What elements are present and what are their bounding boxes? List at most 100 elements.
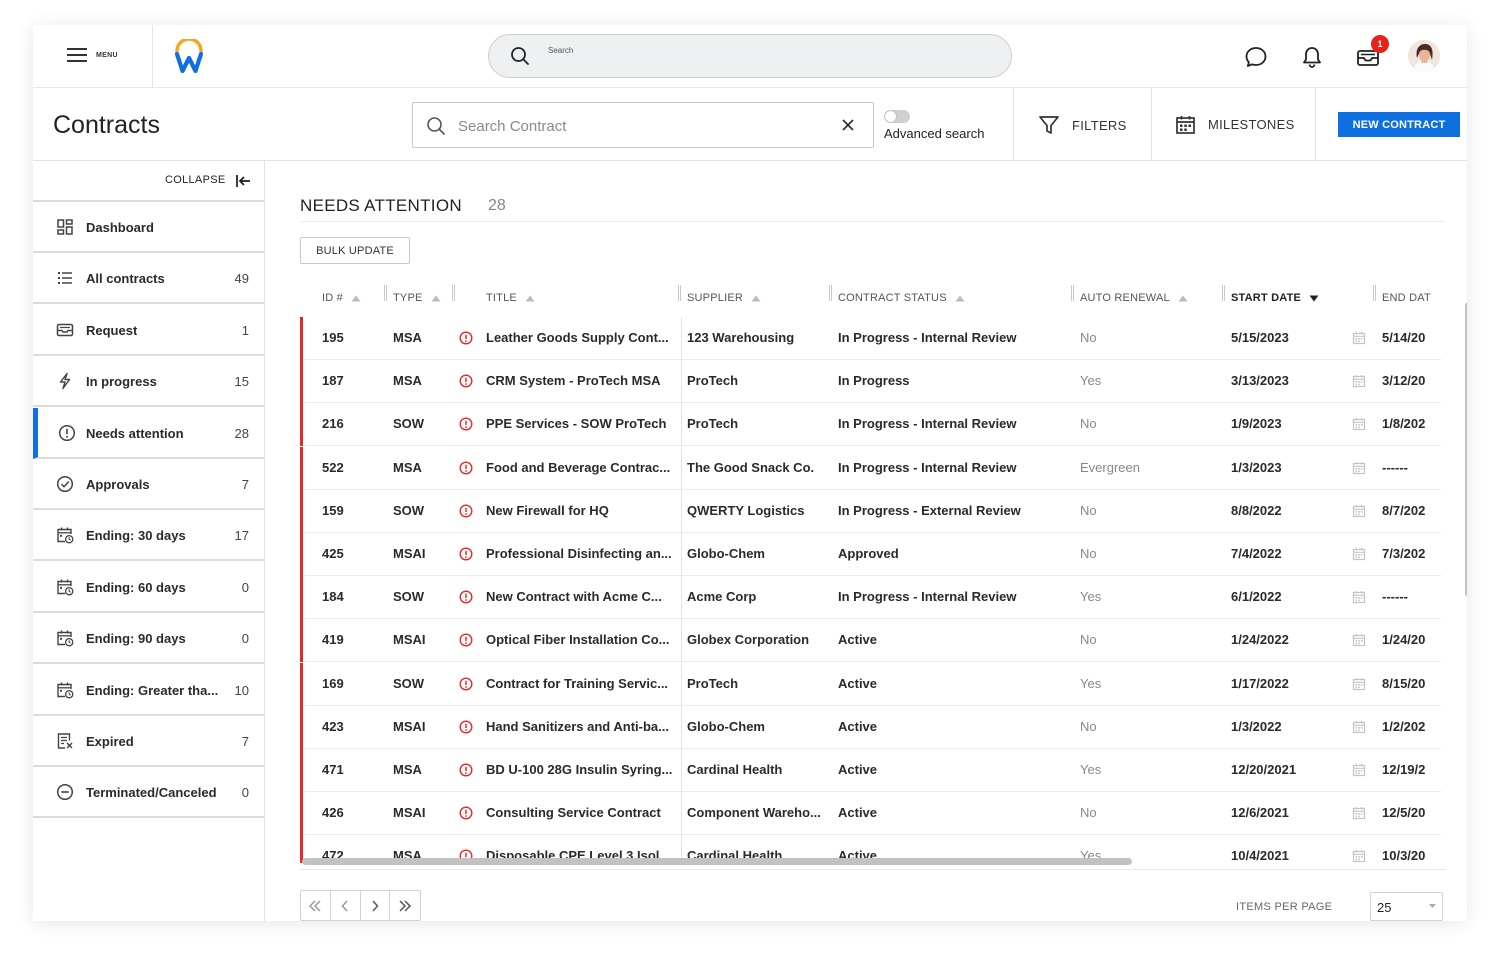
calendar-icon[interactable] <box>1352 331 1366 345</box>
cell-supplier: Cardinal Health <box>687 762 783 777</box>
column-header-id[interactable]: ID # <box>322 288 361 308</box>
column-header-auto-renewal[interactable]: AUTO RENEWAL <box>1080 288 1188 308</box>
table-row[interactable]: 184 SOW New Contract with Acme C... Acme Co… <box>300 576 1441 620</box>
calendar-icon[interactable] <box>1352 547 1366 561</box>
column-header-type[interactable]: TYPE <box>393 288 441 308</box>
workday-logo[interactable] <box>174 39 204 73</box>
sidebar-item-ending-60-days[interactable]: Ending: 60 days 0 <box>33 561 264 613</box>
calendar-icon[interactable] <box>1352 633 1366 647</box>
global-search-input[interactable]: Search <box>488 34 1012 78</box>
cell-title: New Firewall for HQ <box>486 502 609 518</box>
alert-icon <box>459 763 473 777</box>
column-header-title[interactable]: TITLE <box>486 288 535 308</box>
column-resize-handle[interactable] <box>1222 285 1225 301</box>
table-row[interactable]: 425 MSAI Professional Disinfecting an... Gl… <box>300 533 1441 576</box>
first-page-button[interactable] <box>301 891 331 920</box>
table-row[interactable]: 471 MSA BD U-100 28G Insulin Syring... Card… <box>300 749 1441 792</box>
calendar-icon[interactable] <box>1352 504 1366 518</box>
avatar[interactable] <box>1408 40 1440 72</box>
sidebar-item-ending-90-days[interactable]: Ending: 90 days 0 <box>33 613 264 665</box>
column-divider <box>681 705 682 749</box>
chat-icon[interactable] <box>1244 45 1268 69</box>
column-header-label: END DAT <box>1382 292 1431 304</box>
calendar-icon[interactable] <box>1352 590 1366 604</box>
sidebar-item-ending-30-days[interactable]: Ending: 30 days 17 <box>33 510 264 562</box>
check-circle-icon <box>56 475 74 493</box>
table-row[interactable]: 423 MSAI Hand Sanitizers and Anti-ba... Glo… <box>300 705 1441 749</box>
column-resize-handle[interactable] <box>829 285 832 301</box>
sidebar-item-ending-greater-tha[interactable]: Ending: Greater tha... 10 <box>33 664 264 716</box>
column-resize-handle[interactable] <box>678 285 681 301</box>
calendar-icon[interactable] <box>1352 720 1366 734</box>
sidebar-item-all-contracts[interactable]: All contracts 49 <box>33 253 264 305</box>
column-header-start-date[interactable]: START DATE <box>1231 288 1319 308</box>
calendar-icon[interactable] <box>1352 763 1366 777</box>
column-header-contract-status[interactable]: CONTRACT STATUS <box>838 288 965 308</box>
bulk-update-button[interactable]: BULK UPDATE <box>300 237 410 264</box>
cell-title: Food and Beverage Contrac... <box>486 459 671 475</box>
next-page-button[interactable] <box>361 891 391 920</box>
calendar-icon[interactable] <box>1352 849 1366 863</box>
calendar-icon[interactable] <box>1352 374 1366 388</box>
last-page-button[interactable] <box>390 891 420 920</box>
table-row[interactable]: 522 MSA Food and Beverage Contrac... The Go… <box>300 446 1441 490</box>
table-row[interactable]: 426 MSAI Consulting Service Contract Compon… <box>300 792 1441 836</box>
sidebar-item-terminated-canceled[interactable]: Terminated/Canceled 0 <box>33 767 264 819</box>
column-resize-handle[interactable] <box>1373 285 1376 301</box>
collapse-button[interactable]: COLLAPSE <box>165 174 225 186</box>
table-row[interactable]: 195 MSA Leather Goods Supply Cont... 123 Wa… <box>300 317 1441 360</box>
sidebar-item-needs-attention[interactable]: Needs attention 28 <box>33 407 264 459</box>
calendar-icon[interactable] <box>1352 417 1366 431</box>
sidebar-item-label: Request <box>86 322 138 338</box>
alert-icon <box>459 720 473 734</box>
toggle-knob <box>885 111 896 122</box>
column-header-supplier[interactable]: SUPPLIER <box>687 288 761 308</box>
cell-start-date: 1/3/2023 <box>1231 459 1282 475</box>
bell-icon[interactable] <box>1301 45 1323 69</box>
sidebar-item-count: 10 <box>234 682 249 698</box>
cell-start-date: 1/9/2023 <box>1231 416 1282 432</box>
cell-status: Active <box>838 718 878 734</box>
column-resize-handle[interactable] <box>1071 285 1074 301</box>
cell-id: 423 <box>322 718 344 734</box>
sidebar-item-request[interactable]: Request 1 <box>33 304 264 356</box>
cell-auto-renewal: Yes <box>1080 675 1102 691</box>
collapse-icon[interactable] <box>235 173 251 189</box>
column-resize-handle[interactable] <box>452 285 455 301</box>
contract-search-input[interactable]: Search Contract <box>412 102 874 148</box>
clear-search-icon[interactable] <box>840 117 856 133</box>
menu-button[interactable]: MENU <box>67 47 118 63</box>
prev-page-button[interactable] <box>331 891 361 920</box>
attention-indicator <box>300 446 303 490</box>
sidebar-item-dashboard[interactable]: Dashboard <box>33 202 264 253</box>
sidebar-item-count: 0 <box>241 579 249 595</box>
sidebar: COLLAPSE Dashboard All contracts 49 Request… <box>33 161 265 921</box>
sidebar-item-label: Approvals <box>86 477 150 492</box>
sidebar-item-expired[interactable]: Expired 7 <box>33 716 264 767</box>
sidebar-item-count: 49 <box>234 271 249 287</box>
calendar-icon[interactable] <box>1352 677 1366 691</box>
column-header-end-dat[interactable]: END DAT <box>1382 288 1431 308</box>
sidebar-item-in-progress[interactable]: In progress 15 <box>33 356 264 408</box>
new-contract-button[interactable]: NEW CONTRACT <box>1338 112 1460 137</box>
filters-button[interactable]: FILTERS <box>1038 114 1127 136</box>
sidebar-item-approvals[interactable]: Approvals 7 <box>33 459 264 510</box>
cell-title: Professional Disinfecting an... <box>486 546 672 561</box>
milestones-button[interactable]: MILESTONES <box>1175 114 1295 135</box>
cell-auto-renewal: No <box>1080 502 1097 518</box>
attention-indicator <box>300 662 303 706</box>
table-row[interactable]: 216 SOW PPE Services - SOW ProTech ProTech I… <box>300 403 1441 447</box>
column-resize-handle[interactable] <box>384 285 387 301</box>
column-divider <box>681 576 682 620</box>
table-row[interactable]: 169 SOW Contract for Training Servic... Pro… <box>300 662 1441 706</box>
calendar-icon[interactable] <box>1352 806 1366 820</box>
table-row[interactable]: 159 SOW New Firewall for HQ QWERTY Logistic… <box>300 489 1441 533</box>
vertical-scrollbar[interactable] <box>1465 302 1467 597</box>
calendar-icon[interactable] <box>1352 461 1366 475</box>
table-row[interactable]: 187 MSA CRM System - ProTech MSA ProTech In … <box>300 360 1441 404</box>
table-row[interactable]: 419 MSAI Optical Fiber Installation Co... G… <box>300 619 1441 663</box>
cell-end-date: 1/8/202 <box>1382 416 1426 432</box>
horizontal-scrollbar[interactable] <box>302 858 1132 865</box>
advanced-search-toggle[interactable] <box>884 110 910 123</box>
items-per-page-select[interactable]: 25 <box>1370 892 1443 921</box>
